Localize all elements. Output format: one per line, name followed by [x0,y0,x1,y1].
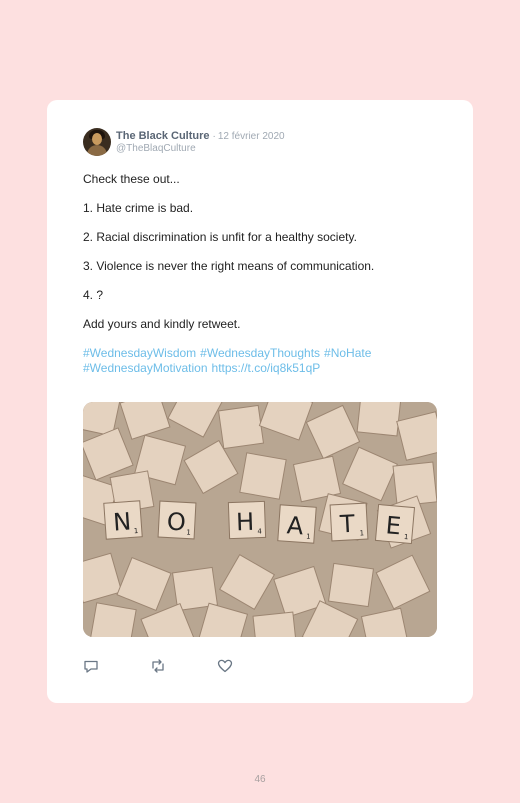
like-icon[interactable] [217,658,233,674]
tile-points: 1 [404,533,409,541]
hashtag-link[interactable]: #WednesdayWisdom [83,346,196,360]
separator-dot: · [212,130,216,142]
tile-letter: N [112,507,132,536]
tile-points: 1 [359,529,364,537]
reply-icon[interactable] [83,658,99,674]
avatar[interactable] [83,128,111,156]
user-handle[interactable]: @TheBlaqCulture [116,143,285,155]
tile-letter: T [338,510,355,539]
tweet-body: Check these out... 1. Hate crime is bad.… [83,172,443,376]
tweet-image[interactable]: N 1 O 1 H 4 A 1 T 1 E 1 [83,402,437,637]
hashtag-link[interactable]: #WednesdayMotivation [83,361,208,375]
tweet-card: The Black Culture · 12 février 2020 @The… [47,100,473,703]
hashtag-link[interactable]: #NoHate [324,346,371,360]
tile-letter: E [385,511,403,540]
tweet-hashtags: #WednesdayWisdom #WednesdayThoughts #NoHat… [83,346,443,376]
display-name[interactable]: The Black Culture [116,130,210,142]
tweet-actions [83,658,284,674]
tile-points: 1 [134,527,139,535]
tweet-line: Add yours and kindly retweet. [83,317,241,331]
tweet-line: 3. Violence is never the right means of … [83,259,375,273]
tweet-date[interactable]: 12 février 2020 [218,131,285,143]
tweet-line: 2. Racial discrimination is unfit for a … [83,230,357,244]
tile-points: 4 [257,527,262,535]
tile-letter: O [166,507,186,536]
tweet-header: The Black Culture · 12 février 2020 @The… [83,128,285,156]
tweet-line: 4. ? [83,288,104,302]
page-number: 46 [254,774,266,785]
tile-letter: H [236,508,255,537]
tile-letter: A [286,511,305,540]
hashtag-link[interactable]: #WednesdayThoughts [200,346,320,360]
tile-points: 1 [306,533,311,541]
tweet-link[interactable]: https://t.co/iq8k51qP [212,361,321,375]
retweet-icon[interactable] [150,658,166,674]
tweet-line: 1. Hate crime is bad. [83,201,194,215]
tweet-line: Check these out... [83,172,180,186]
tile-points: 1 [186,529,191,537]
